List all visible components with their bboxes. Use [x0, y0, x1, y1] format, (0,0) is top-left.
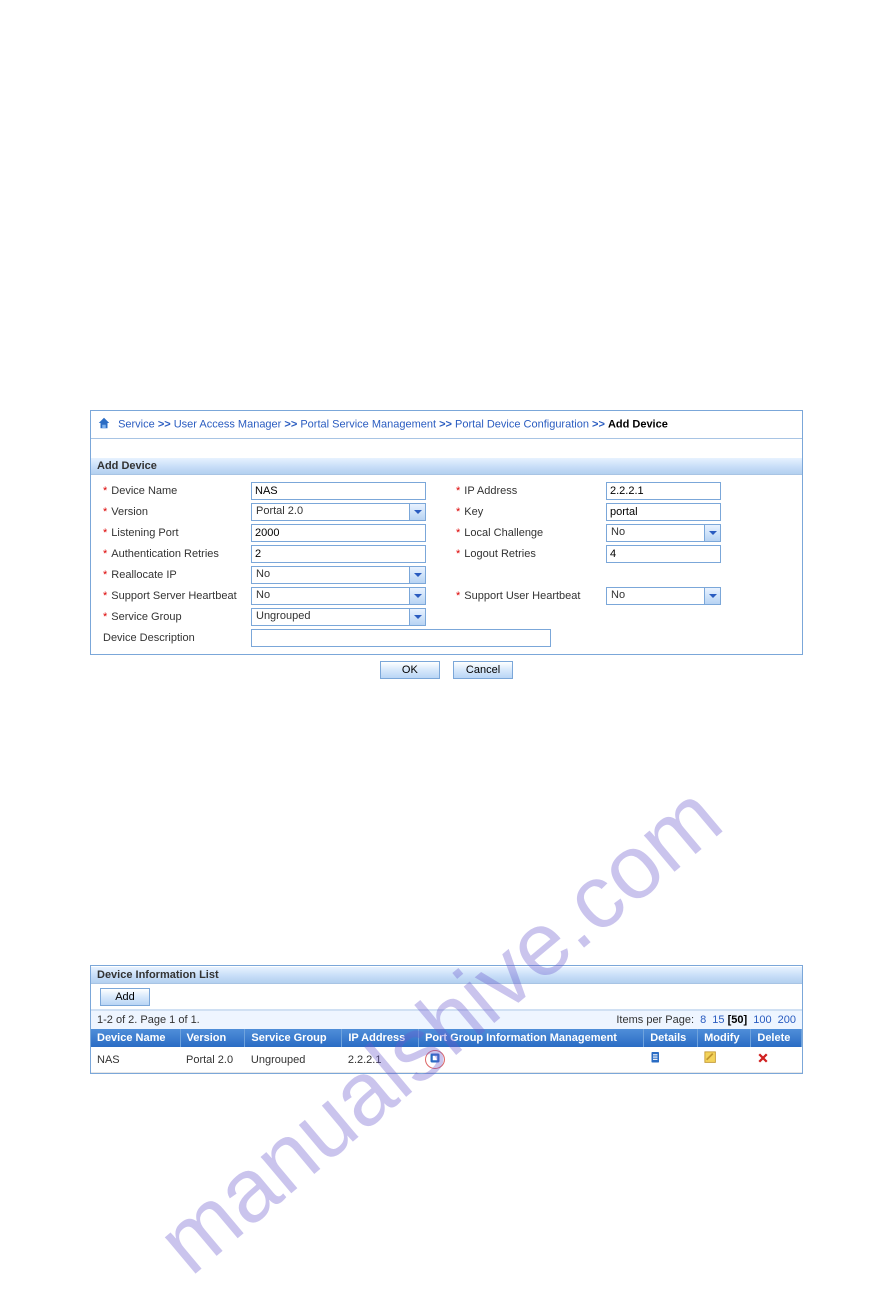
col-service-group[interactable]: Service Group — [245, 1029, 342, 1047]
lbl-support-user-hb: Support User Heartbeat — [464, 590, 580, 602]
service-group-value: Ungrouped — [252, 609, 409, 625]
required-asterisk: * — [103, 548, 107, 560]
ipp-200[interactable]: 200 — [778, 1014, 796, 1026]
col-pgim[interactable]: Port Group Information Management — [419, 1029, 644, 1047]
add-button[interactable]: Add — [100, 988, 150, 1006]
ipp-50: [50] — [728, 1014, 748, 1026]
device-description-input[interactable] — [251, 629, 551, 647]
local-challenge-select[interactable]: No — [606, 524, 721, 542]
ip-address-input[interactable] — [606, 482, 721, 500]
lbl-service-group: Service Group — [111, 611, 181, 623]
lbl-key: Key — [464, 506, 483, 518]
required-asterisk: * — [456, 590, 460, 602]
ipp-100[interactable]: 100 — [753, 1014, 771, 1026]
button-bar: OK Cancel — [90, 655, 803, 685]
col-ip-address[interactable]: IP Address — [342, 1029, 419, 1047]
col-version[interactable]: Version — [180, 1029, 245, 1047]
listening-port-input[interactable] — [251, 524, 426, 542]
col-delete[interactable]: Delete — [751, 1029, 802, 1047]
bc-active: Add Device — [608, 418, 668, 430]
version-value: Portal 2.0 — [252, 504, 409, 520]
required-asterisk: * — [456, 506, 460, 518]
home-icon — [97, 416, 111, 433]
chevron-down-icon — [409, 609, 425, 625]
bc-sep: >> — [439, 418, 452, 430]
required-asterisk: * — [103, 611, 107, 623]
required-asterisk: * — [103, 485, 107, 497]
reallocate-ip-value: No — [252, 567, 409, 583]
cell-ip-address: 2.2.2.1 — [342, 1047, 419, 1073]
pager-ipp-label: Items per Page: — [616, 1014, 694, 1026]
lbl-device-description: Device Description — [103, 632, 195, 644]
pager-bar: 1-2 of 2. Page 1 of 1. Items per Page: 8… — [91, 1010, 802, 1029]
lbl-device-name: Device Name — [111, 485, 177, 497]
chevron-down-icon — [409, 504, 425, 520]
key-input[interactable] — [606, 503, 721, 521]
section-title: Add Device — [91, 457, 802, 475]
ok-button[interactable]: OK — [380, 661, 440, 679]
logout-retries-input[interactable] — [606, 545, 721, 563]
delete-icon[interactable] — [751, 1047, 802, 1073]
device-list-panel: Device Information List Add 1-2 of 2. Pa… — [90, 965, 803, 1074]
bc-sep: >> — [592, 418, 605, 430]
port-group-icon[interactable] — [425, 1050, 445, 1069]
auth-retries-input[interactable] — [251, 545, 426, 563]
col-details[interactable]: Details — [644, 1029, 698, 1047]
required-asterisk: * — [103, 590, 107, 602]
version-select[interactable]: Portal 2.0 — [251, 503, 426, 521]
list-title: Device Information List — [91, 966, 802, 984]
required-asterisk: * — [456, 485, 460, 497]
support-user-hb-value: No — [607, 588, 704, 604]
form-body: * Device Name * IP Address * Version Portal… — [91, 475, 802, 654]
table-row: NAS Portal 2.0 Ungrouped 2.2.2.1 — [91, 1047, 802, 1073]
required-asterisk: * — [456, 548, 460, 560]
local-challenge-value: No — [607, 525, 704, 541]
support-server-hb-value: No — [252, 588, 409, 604]
chevron-down-icon — [409, 588, 425, 604]
ipp-8[interactable]: 8 — [700, 1014, 706, 1026]
details-icon[interactable] — [644, 1047, 698, 1073]
pager-range: 1-2 of 2. Page 1 of 1. — [97, 1014, 616, 1026]
chevron-down-icon — [704, 525, 720, 541]
lbl-listening-port: Listening Port — [111, 527, 178, 539]
bc-sep: >> — [284, 418, 297, 430]
cancel-button[interactable]: Cancel — [453, 661, 513, 679]
col-modify[interactable]: Modify — [698, 1029, 751, 1047]
breadcrumb: Service >> User Access Manager >> Portal… — [91, 411, 802, 439]
required-asterisk: * — [103, 506, 107, 518]
lbl-local-challenge: Local Challenge — [464, 527, 543, 539]
device-table: Device Name Version Service Group IP Add… — [91, 1029, 802, 1073]
bc-pdc[interactable]: Portal Device Configuration — [455, 418, 589, 430]
cell-service-group: Ungrouped — [245, 1047, 342, 1073]
bc-psm[interactable]: Portal Service Management — [300, 418, 436, 430]
bc-sep: >> — [158, 418, 171, 430]
service-group-select[interactable]: Ungrouped — [251, 608, 426, 626]
chevron-down-icon — [409, 567, 425, 583]
lbl-auth-retries: Authentication Retries — [111, 548, 219, 560]
ipp-15[interactable]: 15 — [712, 1014, 724, 1026]
bc-uam[interactable]: User Access Manager — [174, 418, 282, 430]
support-server-hb-select[interactable]: No — [251, 587, 426, 605]
device-name-input[interactable] — [251, 482, 426, 500]
bc-service[interactable]: Service — [118, 418, 155, 430]
support-user-hb-select[interactable]: No — [606, 587, 721, 605]
col-device-name[interactable]: Device Name — [91, 1029, 180, 1047]
add-device-panel: Service >> User Access Manager >> Portal… — [90, 410, 803, 655]
lbl-logout-retries: Logout Retries — [464, 548, 536, 560]
lbl-reallocate-ip: Reallocate IP — [111, 569, 176, 581]
cell-version: Portal 2.0 — [180, 1047, 245, 1073]
lbl-version: Version — [111, 506, 148, 518]
lbl-support-server-hb: Support Server Heartbeat — [111, 590, 236, 602]
cell-device-name: NAS — [91, 1047, 180, 1073]
required-asterisk: * — [456, 527, 460, 539]
modify-icon[interactable] — [698, 1047, 751, 1073]
reallocate-ip-select[interactable]: No — [251, 566, 426, 584]
required-asterisk: * — [103, 569, 107, 581]
chevron-down-icon — [704, 588, 720, 604]
lbl-ip-address: IP Address — [464, 485, 517, 497]
required-asterisk: * — [103, 527, 107, 539]
